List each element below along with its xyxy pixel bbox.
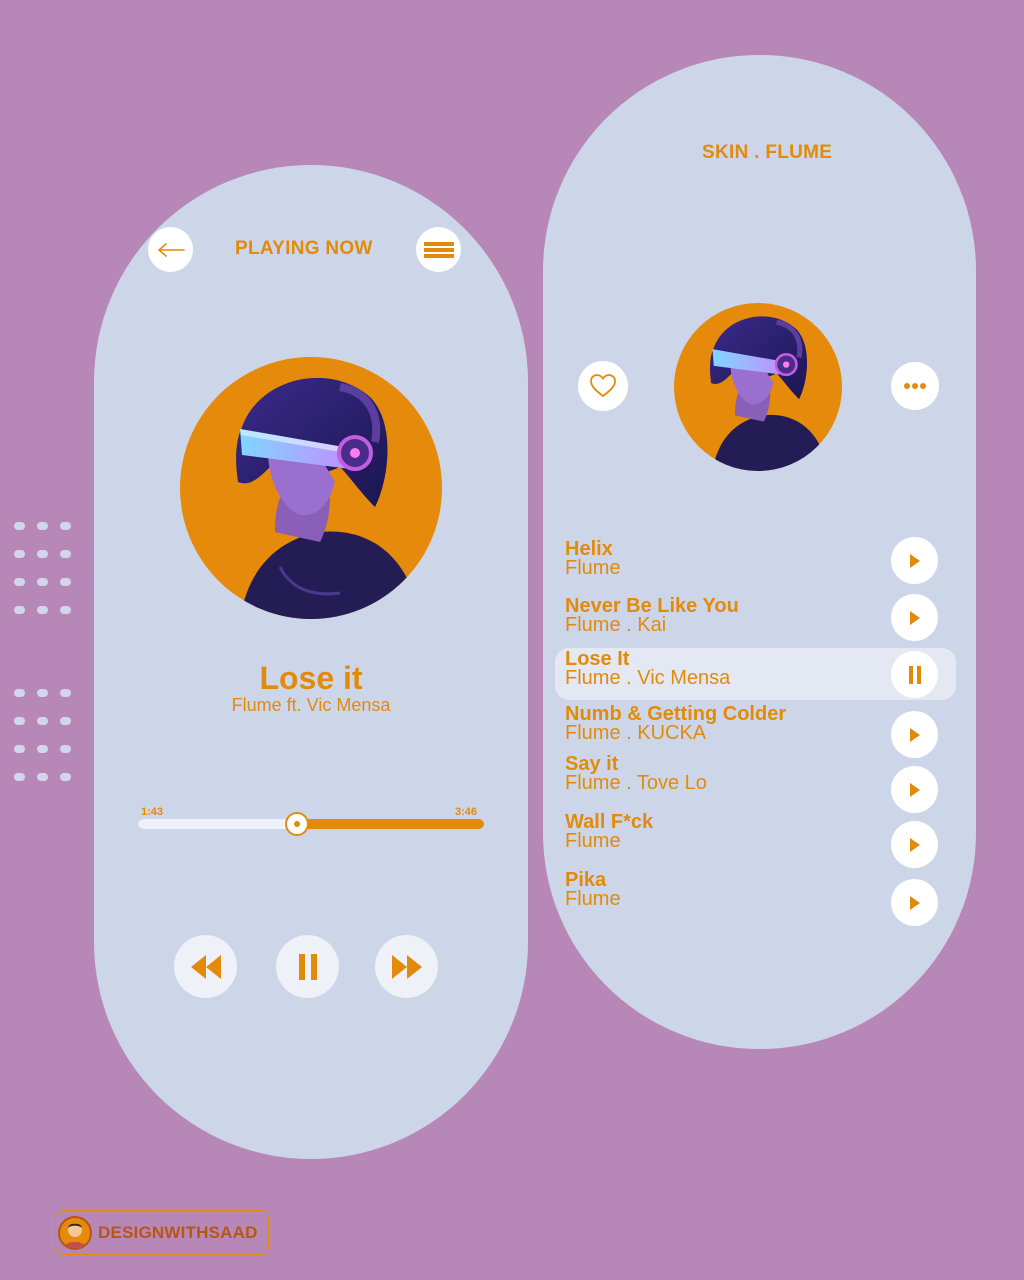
track-artist: Flume xyxy=(565,830,621,852)
track-row[interactable]: Pika Flume xyxy=(565,870,621,910)
track-artist: Flume xyxy=(565,888,621,910)
playlist-card: SKIN . FLUME Helix Flume Never Be Like You… xyxy=(543,55,976,1049)
play-icon xyxy=(909,782,920,797)
heart-icon xyxy=(590,374,616,398)
back-arrow-icon xyxy=(157,242,185,257)
track-row[interactable]: Say it Flume . Tove Lo xyxy=(565,754,707,794)
play-icon xyxy=(909,727,920,742)
favorite-button[interactable] xyxy=(578,361,628,411)
play-icon xyxy=(909,895,920,910)
total-duration: 3:46 xyxy=(455,806,478,818)
pause-button[interactable] xyxy=(276,935,339,998)
brand-label: DESIGNWITHSAAD xyxy=(98,1222,258,1242)
menu-button[interactable] xyxy=(416,227,461,272)
progress-thumb[interactable] xyxy=(285,812,310,836)
progress-played xyxy=(138,819,298,829)
pause-icon xyxy=(908,665,921,684)
playing-now-header: PLAYING NOW xyxy=(235,238,373,259)
song-artist: Flume ft. Vic Mensa xyxy=(231,695,391,715)
track-play-button[interactable] xyxy=(891,594,938,641)
track-play-button[interactable] xyxy=(891,711,938,758)
track-artist: Flume . Vic Mensa xyxy=(565,667,731,689)
track-artist: Flume . Kai xyxy=(565,614,667,636)
fast-forward-icon xyxy=(391,954,422,979)
avatar xyxy=(58,1215,92,1250)
track-row[interactable]: Wall F*ck Flume xyxy=(565,812,653,852)
progress-track[interactable] xyxy=(138,819,484,829)
song-title: Lose it xyxy=(259,660,363,696)
back-button[interactable] xyxy=(148,227,193,272)
track-play-button[interactable] xyxy=(891,766,938,813)
playlist-album-art xyxy=(674,303,842,471)
play-icon xyxy=(909,837,920,852)
rewind-icon xyxy=(190,954,221,979)
play-icon xyxy=(909,610,920,625)
fast-forward-button[interactable] xyxy=(375,935,438,998)
track-artist: Flume . KUCKA xyxy=(565,722,707,744)
track-play-button[interactable] xyxy=(891,821,938,868)
more-options-button[interactable] xyxy=(891,362,939,410)
track-row[interactable]: Never Be Like You Flume . Kai xyxy=(565,596,739,636)
decorative-dots-top xyxy=(14,522,71,614)
album-art xyxy=(180,357,442,619)
elapsed-time: 1:43 xyxy=(141,806,164,818)
now-playing-card: PLAYING NOW Lose it Flume ft. Vic Mensa … xyxy=(94,165,528,1159)
more-icon xyxy=(904,383,926,389)
menu-icon xyxy=(423,241,454,258)
album-header: SKIN . FLUME xyxy=(702,142,833,163)
track-play-button[interactable] xyxy=(891,879,938,926)
rewind-button[interactable] xyxy=(174,935,237,998)
track-pause-button[interactable] xyxy=(891,651,938,698)
play-icon xyxy=(909,553,920,568)
track-play-button[interactable] xyxy=(891,537,938,584)
brand-badge: DESIGNWITHSAAD xyxy=(55,1210,269,1255)
decorative-dots-bottom xyxy=(14,689,71,781)
pause-icon xyxy=(298,953,317,980)
track-row[interactable]: Lose It Flume . Vic Mensa xyxy=(565,649,731,689)
track-row[interactable]: Helix Flume xyxy=(565,539,621,579)
track-artist: Flume xyxy=(565,557,621,579)
track-artist: Flume . Tove Lo xyxy=(565,772,707,794)
track-row[interactable]: Numb & Getting Colder Flume . KUCKA xyxy=(565,704,786,744)
